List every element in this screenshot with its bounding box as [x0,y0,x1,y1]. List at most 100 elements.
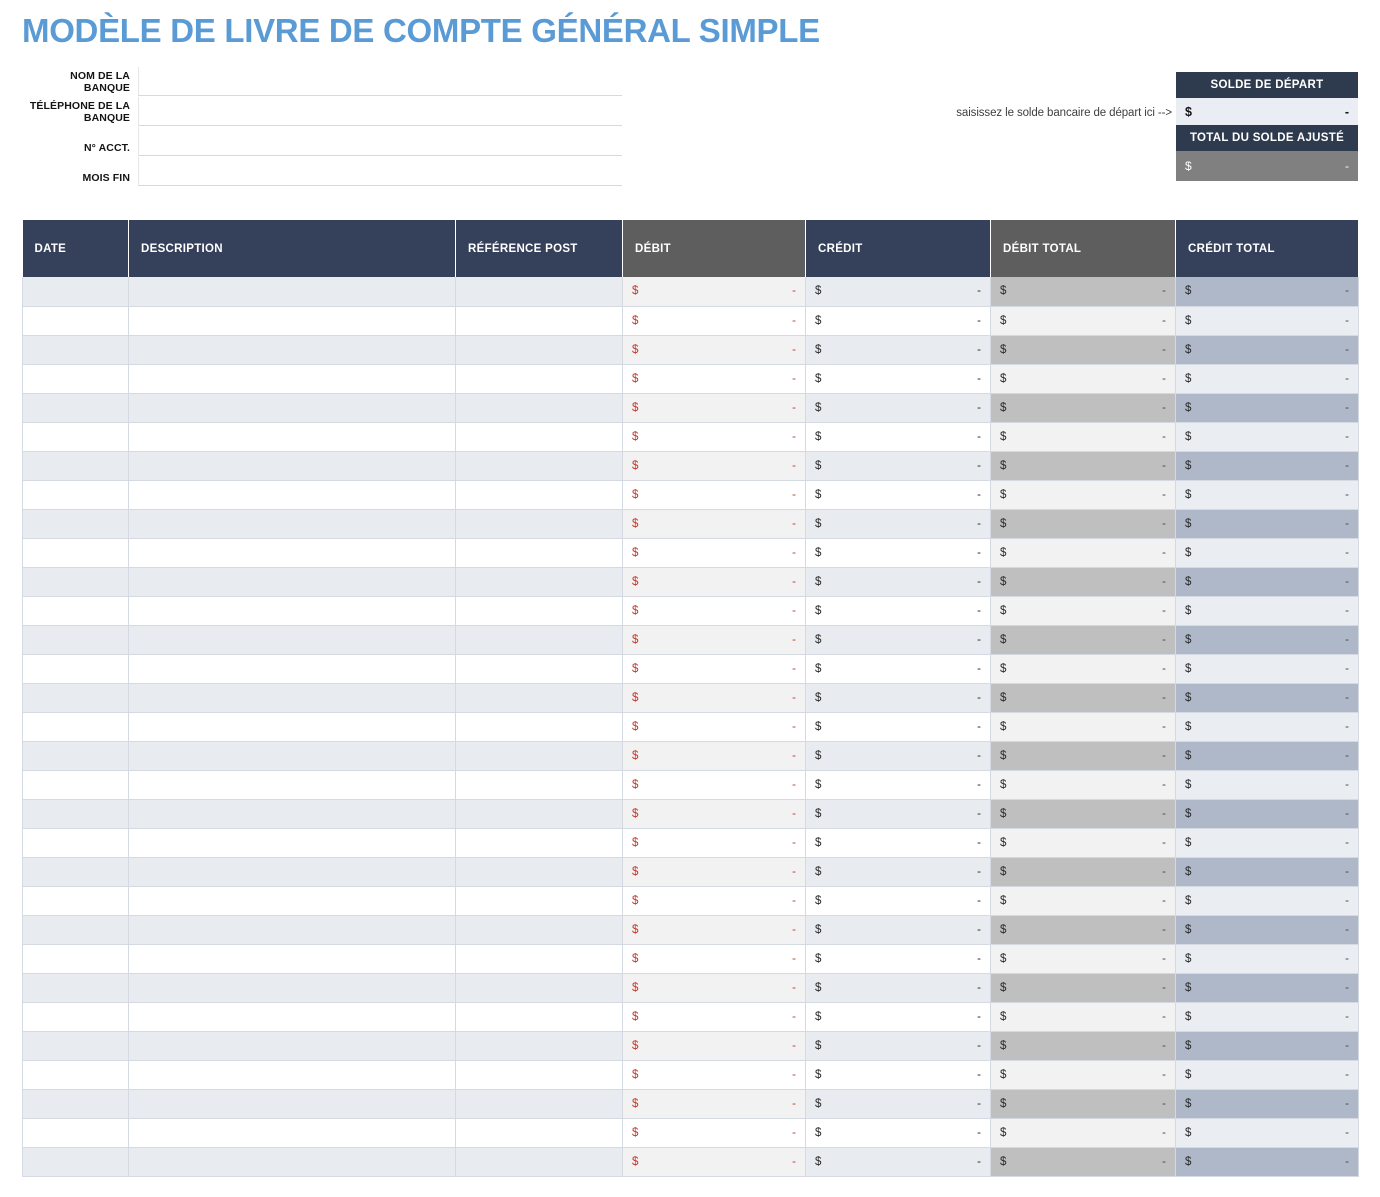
ledger-cell-credit-total[interactable]: $ - [1175,944,1359,974]
ledger-cell-credit[interactable]: $ - [805,712,991,742]
table-row[interactable]: $ - $ - $ - $ - [22,799,1359,829]
ledger-cell-description[interactable] [128,335,456,365]
ledger-cell-post-reference[interactable] [455,1147,623,1177]
ledger-cell-date[interactable] [22,944,129,974]
ledger-cell-post-reference[interactable] [455,944,623,974]
ledger-cell-post-reference[interactable] [455,799,623,829]
column-header-credit[interactable]: CRÉDIT [805,220,991,277]
table-row[interactable]: $ - $ - $ - $ - [22,683,1359,713]
ledger-cell-credit-total[interactable]: $ - [1175,915,1359,945]
ledger-cell-debit[interactable]: $ - [622,712,806,742]
starting-balance-value-cell[interactable]: $ - [1176,98,1358,125]
ledger-cell-date[interactable] [22,306,129,336]
ledger-cell-credit[interactable]: $ - [805,886,991,916]
table-row[interactable]: $ - $ - $ - $ - [22,480,1359,510]
ledger-cell-post-reference[interactable] [455,915,623,945]
ledger-cell-debit[interactable]: $ - [622,567,806,597]
ledger-cell-date[interactable] [22,567,129,597]
ledger-cell-debit-total[interactable]: $ - [990,770,1176,800]
ledger-cell-date[interactable] [22,393,129,423]
ledger-cell-date[interactable] [22,857,129,887]
ledger-cell-description[interactable] [128,625,456,655]
ledger-cell-debit-total[interactable]: $ - [990,712,1176,742]
ledger-cell-debit-total[interactable]: $ - [990,741,1176,771]
ledger-cell-date[interactable] [22,828,129,858]
ledger-cell-date[interactable] [22,422,129,452]
ledger-cell-debit[interactable]: $ - [622,393,806,423]
table-row[interactable]: $ - $ - $ - $ - [22,422,1359,452]
ledger-cell-debit-total[interactable]: $ - [990,393,1176,423]
ledger-cell-credit-total[interactable]: $ - [1175,1118,1359,1148]
ledger-cell-credit[interactable]: $ - [805,770,991,800]
ledger-cell-date[interactable] [22,1031,129,1061]
ledger-cell-description[interactable] [128,886,456,916]
ledger-cell-post-reference[interactable] [455,683,623,713]
ledger-cell-description[interactable] [128,567,456,597]
ledger-cell-date[interactable] [22,480,129,510]
ledger-cell-post-reference[interactable] [455,973,623,1003]
ledger-cell-debit-total[interactable]: $ - [990,306,1176,336]
ledger-cell-description[interactable] [128,915,456,945]
ledger-cell-credit[interactable]: $ - [805,915,991,945]
ledger-cell-debit-total[interactable]: $ - [990,1002,1176,1032]
ledger-cell-description[interactable] [128,1089,456,1119]
ledger-cell-debit[interactable]: $ - [622,364,806,394]
ledger-cell-debit-total[interactable]: $ - [990,1031,1176,1061]
ledger-cell-description[interactable] [128,1147,456,1177]
ledger-cell-date[interactable] [22,596,129,626]
table-row[interactable]: $ - $ - $ - $ - [22,277,1359,307]
ledger-cell-post-reference[interactable] [455,654,623,684]
ledger-cell-credit-total[interactable]: $ - [1175,422,1359,452]
ledger-cell-description[interactable] [128,1118,456,1148]
ledger-cell-debit-total[interactable]: $ - [990,509,1176,539]
ledger-cell-description[interactable] [128,306,456,336]
ledger-cell-credit[interactable]: $ - [805,364,991,394]
table-row[interactable]: $ - $ - $ - $ - [22,654,1359,684]
ledger-cell-description[interactable] [128,480,456,510]
table-row[interactable]: $ - $ - $ - $ - [22,712,1359,742]
table-row[interactable]: $ - $ - $ - $ - [22,915,1359,945]
ledger-cell-credit-total[interactable]: $ - [1175,712,1359,742]
ledger-cell-date[interactable] [22,683,129,713]
ledger-cell-description[interactable] [128,741,456,771]
ledger-cell-debit-total[interactable]: $ - [990,1060,1176,1090]
ledger-cell-credit[interactable]: $ - [805,335,991,365]
ledger-cell-credit[interactable]: $ - [805,509,991,539]
table-row[interactable]: $ - $ - $ - $ - [22,886,1359,916]
month-ending-input[interactable] [138,157,622,186]
ledger-cell-debit-total[interactable]: $ - [990,973,1176,1003]
ledger-cell-debit[interactable]: $ - [622,1060,806,1090]
ledger-cell-credit[interactable]: $ - [805,828,991,858]
ledger-cell-description[interactable] [128,364,456,394]
ledger-cell-credit[interactable]: $ - [805,1089,991,1119]
ledger-cell-post-reference[interactable] [455,277,623,307]
ledger-cell-debit-total[interactable]: $ - [990,857,1176,887]
ledger-cell-debit-total[interactable]: $ - [990,799,1176,829]
ledger-cell-debit[interactable]: $ - [622,625,806,655]
ledger-cell-credit[interactable]: $ - [805,306,991,336]
table-row[interactable]: $ - $ - $ - $ - [22,973,1359,1003]
ledger-cell-debit-total[interactable]: $ - [990,915,1176,945]
ledger-cell-debit-total[interactable]: $ - [990,364,1176,394]
ledger-cell-description[interactable] [128,828,456,858]
ledger-cell-credit[interactable]: $ - [805,1147,991,1177]
ledger-cell-date[interactable] [22,538,129,568]
ledger-cell-description[interactable] [128,1031,456,1061]
ledger-cell-debit-total[interactable]: $ - [990,596,1176,626]
ledger-cell-date[interactable] [22,1118,129,1148]
ledger-cell-credit[interactable]: $ - [805,683,991,713]
ledger-cell-credit-total[interactable]: $ - [1175,1002,1359,1032]
ledger-cell-debit[interactable]: $ - [622,1089,806,1119]
ledger-cell-date[interactable] [22,770,129,800]
ledger-cell-debit[interactable]: $ - [622,741,806,771]
column-header-credit-total[interactable]: CRÉDIT TOTAL [1175,220,1359,277]
ledger-cell-debit[interactable]: $ - [622,451,806,481]
ledger-cell-credit-total[interactable]: $ - [1175,480,1359,510]
ledger-cell-date[interactable] [22,915,129,945]
ledger-cell-credit[interactable]: $ - [805,393,991,423]
ledger-cell-debit-total[interactable]: $ - [990,1089,1176,1119]
ledger-cell-credit-total[interactable]: $ - [1175,451,1359,481]
ledger-cell-debit-total[interactable]: $ - [990,944,1176,974]
ledger-cell-debit-total[interactable]: $ - [990,886,1176,916]
ledger-cell-credit[interactable]: $ - [805,1118,991,1148]
